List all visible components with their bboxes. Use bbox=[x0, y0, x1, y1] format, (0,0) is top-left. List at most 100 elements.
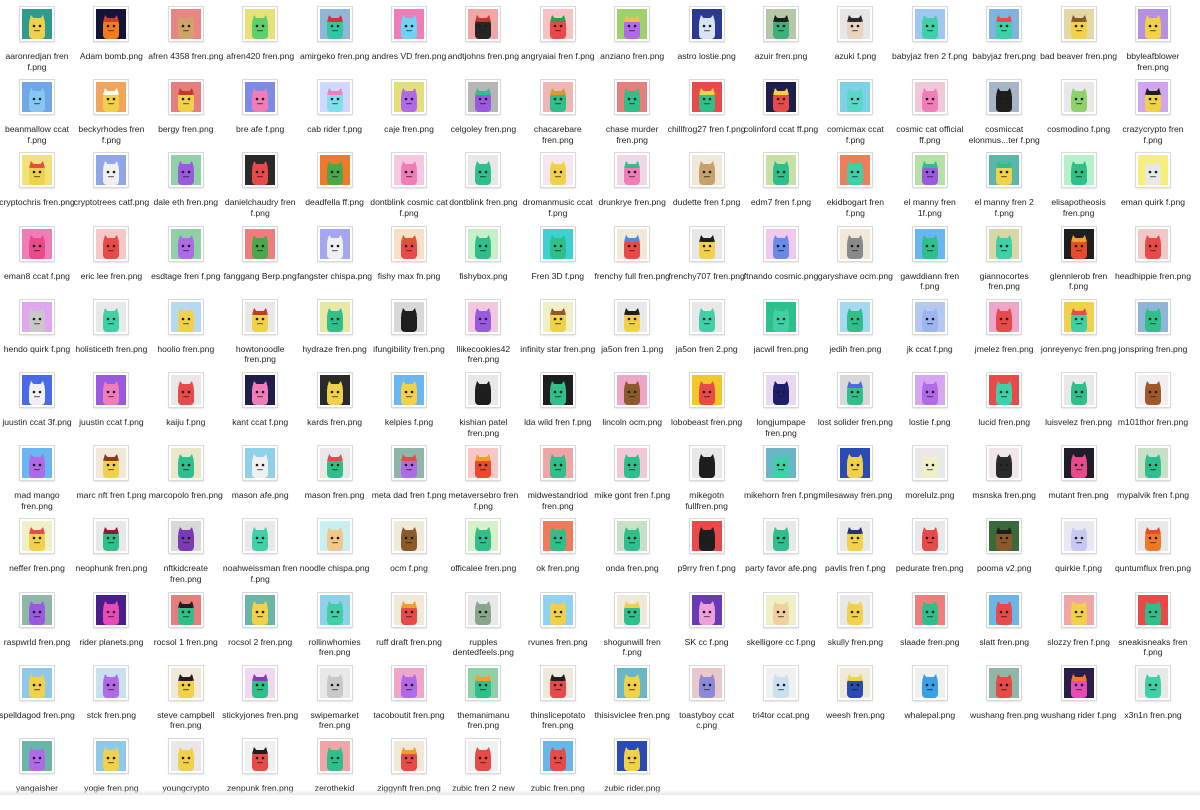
file-item[interactable]: jonspring fren.png bbox=[1116, 297, 1190, 371]
file-item[interactable]: jedih fren.png bbox=[818, 297, 892, 371]
file-item[interactable]: zenpunk fren.png bbox=[223, 736, 297, 810]
file-item[interactable]: metaversebro fren f.png bbox=[446, 443, 520, 517]
file-item[interactable]: thisisviclee fren.png bbox=[594, 663, 670, 737]
file-item[interactable]: cosmiccat elonmus...ter f.png bbox=[967, 77, 1041, 151]
file-item[interactable]: giannocortes fren.png bbox=[967, 224, 1041, 298]
file-item[interactable]: pooma v2.png bbox=[967, 516, 1041, 590]
file-item[interactable]: drunkrye fren.png bbox=[595, 150, 669, 224]
file-item[interactable]: astro lostie.png bbox=[670, 4, 744, 78]
file-item[interactable]: jmelez fren.png bbox=[967, 297, 1041, 371]
file-item[interactable]: ok fren.png bbox=[521, 516, 595, 590]
file-item[interactable]: gawddiann fren f.png bbox=[893, 224, 967, 298]
file-item[interactable]: juustin ccat f.png bbox=[74, 370, 148, 444]
file-item[interactable]: Fren 3D f.png bbox=[521, 224, 595, 298]
file-item[interactable]: steve campbell fren.png bbox=[149, 663, 223, 737]
file-item[interactable]: lincoln ocm.png bbox=[595, 370, 669, 444]
file-item[interactable]: dale eth fren.png bbox=[149, 150, 223, 224]
file-item[interactable]: cab rider f.png bbox=[298, 77, 372, 151]
file-item[interactable]: beanmallow ccat f.png bbox=[0, 77, 74, 151]
file-item[interactable]: ja5on fren 1.png bbox=[595, 297, 669, 371]
file-item[interactable]: bbyleafblower fren.png bbox=[1116, 4, 1190, 78]
file-item[interactable]: onda fren.png bbox=[595, 516, 669, 590]
file-item[interactable]: fishy max fn.png bbox=[372, 224, 446, 298]
file-item[interactable]: yogie fren.png bbox=[74, 736, 148, 810]
file-item[interactable]: kant ccat f.png bbox=[223, 370, 297, 444]
file-item[interactable]: yangaisher bbox=[0, 736, 74, 810]
file-item[interactable]: toastyboy ccat c.png bbox=[670, 663, 744, 737]
file-item[interactable]: cryptotrees catf.png bbox=[74, 150, 149, 224]
file-item[interactable]: angryaiai fren f.png bbox=[521, 4, 595, 78]
file-item[interactable]: mypalvik fren f.png bbox=[1116, 443, 1190, 517]
file-item[interactable]: eman quirk f.png bbox=[1116, 150, 1190, 224]
file-item[interactable]: mason afe.png bbox=[223, 443, 297, 517]
file-item[interactable]: jk ccat f.png bbox=[893, 297, 967, 371]
file-item[interactable]: wushang rider f.png bbox=[1041, 663, 1116, 737]
file-item[interactable]: colinford ccat ff.png bbox=[744, 77, 818, 151]
file-item[interactable]: mike gont fren f.png bbox=[594, 443, 670, 517]
file-item[interactable]: rupples dentedfeels.png bbox=[446, 590, 520, 664]
file-item[interactable]: tri4tor ccat.png bbox=[744, 663, 818, 737]
file-item[interactable]: deadfella ff.png bbox=[298, 150, 372, 224]
file-item[interactable]: raspwrld fren.png bbox=[0, 590, 74, 664]
file-item[interactable]: cosmodino f.png bbox=[1042, 77, 1116, 151]
file-item[interactable]: juustin ccat 3f.png bbox=[0, 370, 74, 444]
file-item[interactable]: bad beaver fren.png bbox=[1040, 4, 1117, 78]
file-item[interactable]: dontblink cosmic cat f.png bbox=[370, 150, 448, 224]
file-item[interactable]: frenchy707 fren.png bbox=[668, 224, 745, 298]
file-item[interactable]: slatt fren.png bbox=[967, 590, 1041, 664]
file-item[interactable]: esdtage fren f.png bbox=[149, 224, 223, 298]
file-item[interactable]: pedurate fren.png bbox=[893, 516, 967, 590]
file-item[interactable]: cosmic cat official ff.png bbox=[893, 77, 967, 151]
file-item[interactable]: bre afe f.png bbox=[223, 77, 297, 151]
file-item[interactable]: caje fren.png bbox=[372, 77, 446, 151]
file-item[interactable]: slaade fren.png bbox=[893, 590, 967, 664]
file-item[interactable]: dudette fren f.png bbox=[670, 150, 744, 224]
file-item[interactable]: babyjaz fren 2 f.png bbox=[892, 4, 968, 78]
file-item[interactable]: stickyjones fren.png bbox=[222, 663, 298, 737]
file-item[interactable]: quirkie f.png bbox=[1042, 516, 1116, 590]
file-item[interactable]: comicmax ccat f.png bbox=[818, 77, 892, 151]
file-item[interactable]: Adam bomb.png bbox=[74, 4, 148, 78]
file-item[interactable]: cryptochris fren.png bbox=[0, 150, 75, 224]
file-item[interactable]: hendo quirk f.png bbox=[0, 297, 74, 371]
file-item[interactable]: youngcrypto bbox=[149, 736, 223, 810]
file-item[interactable]: ekidbogart fren f.png bbox=[818, 150, 892, 224]
file-item[interactable]: slozzy fren f.png bbox=[1042, 590, 1116, 664]
file-item[interactable]: x3n1n fren.png bbox=[1116, 663, 1190, 737]
file-item[interactable]: lobobeast fren.png bbox=[670, 370, 744, 444]
file-item[interactable]: afren420 fren.png bbox=[223, 4, 297, 78]
file-item[interactable]: azuki f.png bbox=[818, 4, 892, 78]
file-item[interactable]: anziano fren.png bbox=[595, 4, 669, 78]
file-item[interactable]: kelpies f.png bbox=[372, 370, 446, 444]
file-item[interactable]: neffer fren.png bbox=[0, 516, 74, 590]
file-item[interactable]: m101thor fren.png bbox=[1116, 370, 1190, 444]
file-item[interactable]: celgoley fren.png bbox=[446, 77, 520, 151]
file-item[interactable]: thinslicepotato fren.png bbox=[521, 663, 595, 737]
file-item[interactable]: andres VD fren.png bbox=[372, 4, 446, 78]
file-item[interactable]: dontblink fren.png bbox=[446, 150, 520, 224]
file-item[interactable]: glennlerob fren f.png bbox=[1042, 224, 1116, 298]
file-item[interactable]: crazycrypto fren f.png bbox=[1116, 77, 1190, 151]
file-item[interactable]: afren 4358 fren.png bbox=[148, 4, 223, 78]
file-item[interactable]: azuir fren.png bbox=[744, 4, 818, 78]
file-item[interactable]: shogunwill fren f.png bbox=[595, 590, 669, 664]
file-item[interactable]: mutant fren.png bbox=[1042, 443, 1116, 517]
file-item[interactable]: rocsol 2 fren.png bbox=[223, 590, 297, 664]
file-item[interactable]: ifungibility fren.png bbox=[372, 297, 446, 371]
file-item[interactable]: chacarebare fren.png bbox=[521, 77, 595, 151]
file-item[interactable]: rider planets.png bbox=[74, 590, 148, 664]
file-item[interactable]: headhippie fren.png bbox=[1115, 224, 1191, 298]
file-item[interactable]: fishybox.png bbox=[446, 224, 520, 298]
file-item[interactable]: fangster chispa.png bbox=[297, 224, 372, 298]
file-item[interactable]: zubic fren.png bbox=[521, 736, 595, 810]
file-item[interactable]: neophunk fren.png bbox=[74, 516, 148, 590]
file-item[interactable]: lost solider fren.png bbox=[818, 370, 893, 444]
file-item[interactable]: morelulz.png bbox=[893, 443, 967, 517]
file-item[interactable]: themanimanu fren.png bbox=[446, 663, 520, 737]
file-item[interactable]: kards fren.png bbox=[298, 370, 372, 444]
file-item[interactable]: beckyrhodes fren f.png bbox=[74, 77, 148, 151]
file-item[interactable]: whalepal.png bbox=[893, 663, 967, 737]
file-item[interactable]: eric lee fren.png bbox=[74, 224, 148, 298]
file-item[interactable]: meta dad fren f.png bbox=[372, 443, 446, 517]
file-item[interactable]: zubic rider.png bbox=[595, 736, 669, 810]
